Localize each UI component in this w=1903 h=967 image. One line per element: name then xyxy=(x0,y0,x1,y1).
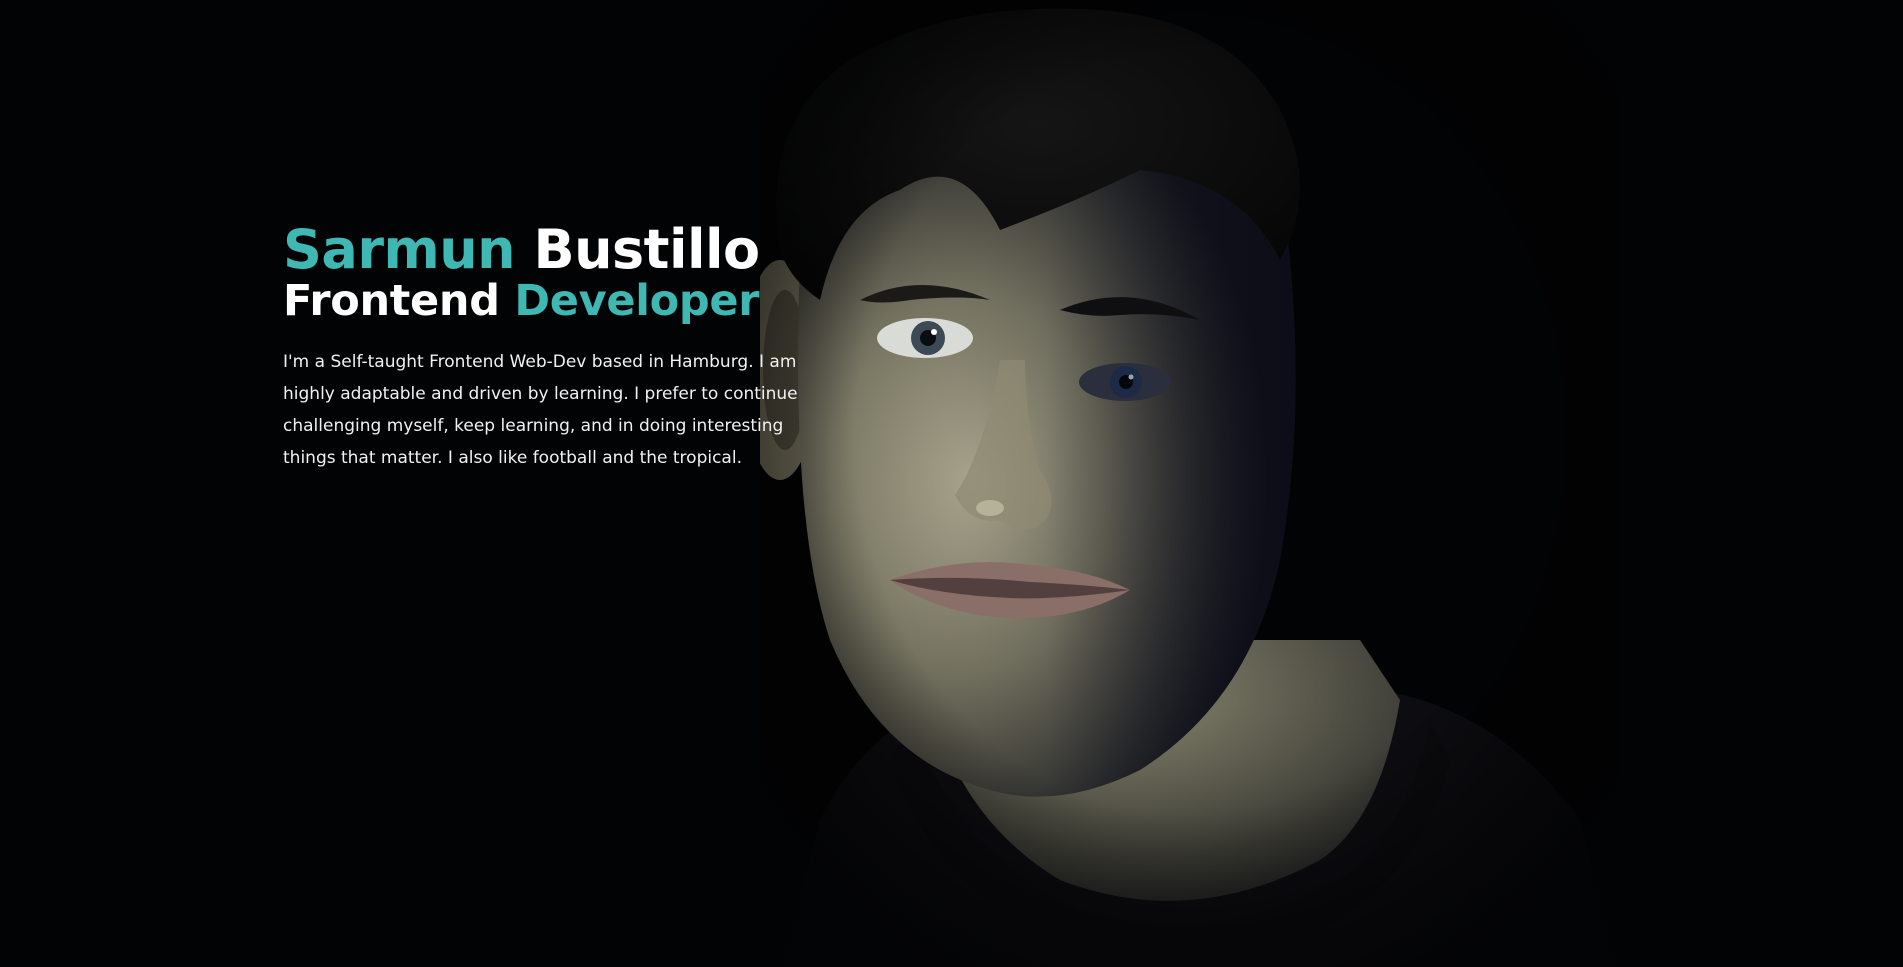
first-name: Sarmun xyxy=(283,218,516,281)
role-word-frontend: Frontend xyxy=(283,275,500,326)
intro-block: Sarmun Bustillo Frontend Developer I'm a… xyxy=(283,221,843,474)
hero-section: Sarmun Bustillo Frontend Developer I'm a… xyxy=(0,0,1903,967)
role-line: Frontend Developer xyxy=(283,275,843,326)
portrait-illustration xyxy=(760,0,1620,967)
portrait-photo xyxy=(760,0,1620,967)
name-line: Sarmun Bustillo xyxy=(283,221,843,279)
role-word-developer: Developer xyxy=(514,275,760,326)
bio-paragraph: I'm a Self-taught Frontend Web-Dev based… xyxy=(283,351,798,468)
hero-heading: Sarmun Bustillo Frontend Developer xyxy=(283,221,843,326)
last-name: Bustillo xyxy=(533,218,760,281)
